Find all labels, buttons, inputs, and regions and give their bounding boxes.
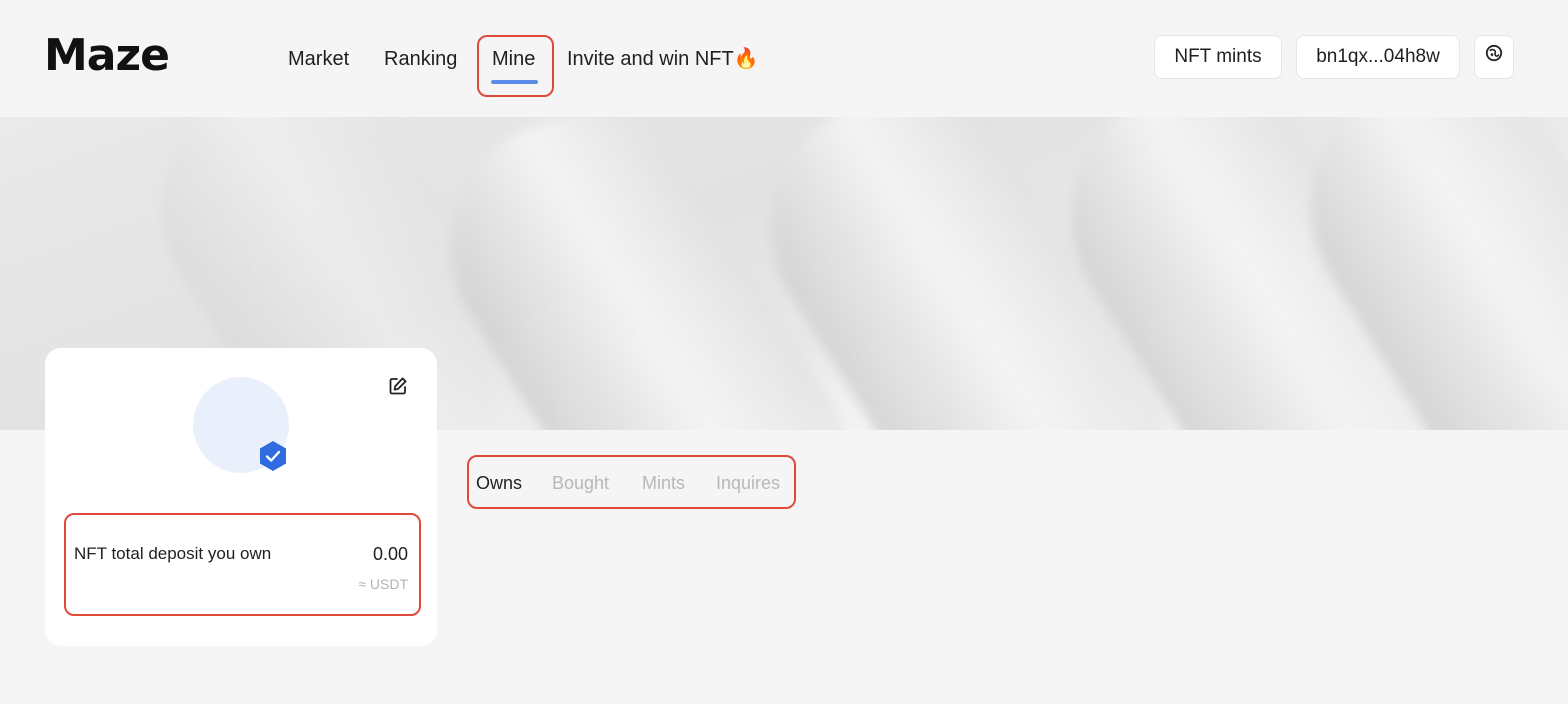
nft-mints-button[interactable]: NFT mints [1154,35,1282,79]
tab-mints[interactable]: Mints [642,471,685,495]
top-header: Maze Market Ranking Mine Invite and win … [0,0,1568,117]
maze-logo[interactable]: Maze [44,34,170,78]
tab-owns[interactable]: Owns [476,471,522,495]
nft-deposit-summary: NFT total deposit you own 0.00 ≈ USDT [64,513,421,616]
wallet-address-button[interactable]: bn1qx...04h8w [1296,35,1460,79]
verified-badge-icon [258,440,288,472]
nav-invite[interactable]: Invite and win NFT🔥 [567,44,759,74]
nav-market[interactable]: Market [288,44,349,74]
nav-active-underline [491,80,538,84]
deposit-label: NFT total deposit you own [74,544,272,563]
theme-toggle-button[interactable] [1474,35,1514,79]
theme-icon [1485,36,1503,78]
profile-card: NFT total deposit you own 0.00 ≈ USDT [45,348,437,646]
nav-ranking[interactable]: Ranking [384,44,457,74]
deposit-value: 0.00 [372,544,408,564]
edit-profile-icon[interactable] [388,376,408,396]
tab-inquires[interactable]: Inquires [716,471,780,495]
nft-tabs: Owns Bought Mints Inquires [467,455,796,509]
deposit-unit: ≈ USDT [358,576,408,592]
tab-bought[interactable]: Bought [552,471,609,495]
nav-mine[interactable]: Mine [492,44,535,74]
